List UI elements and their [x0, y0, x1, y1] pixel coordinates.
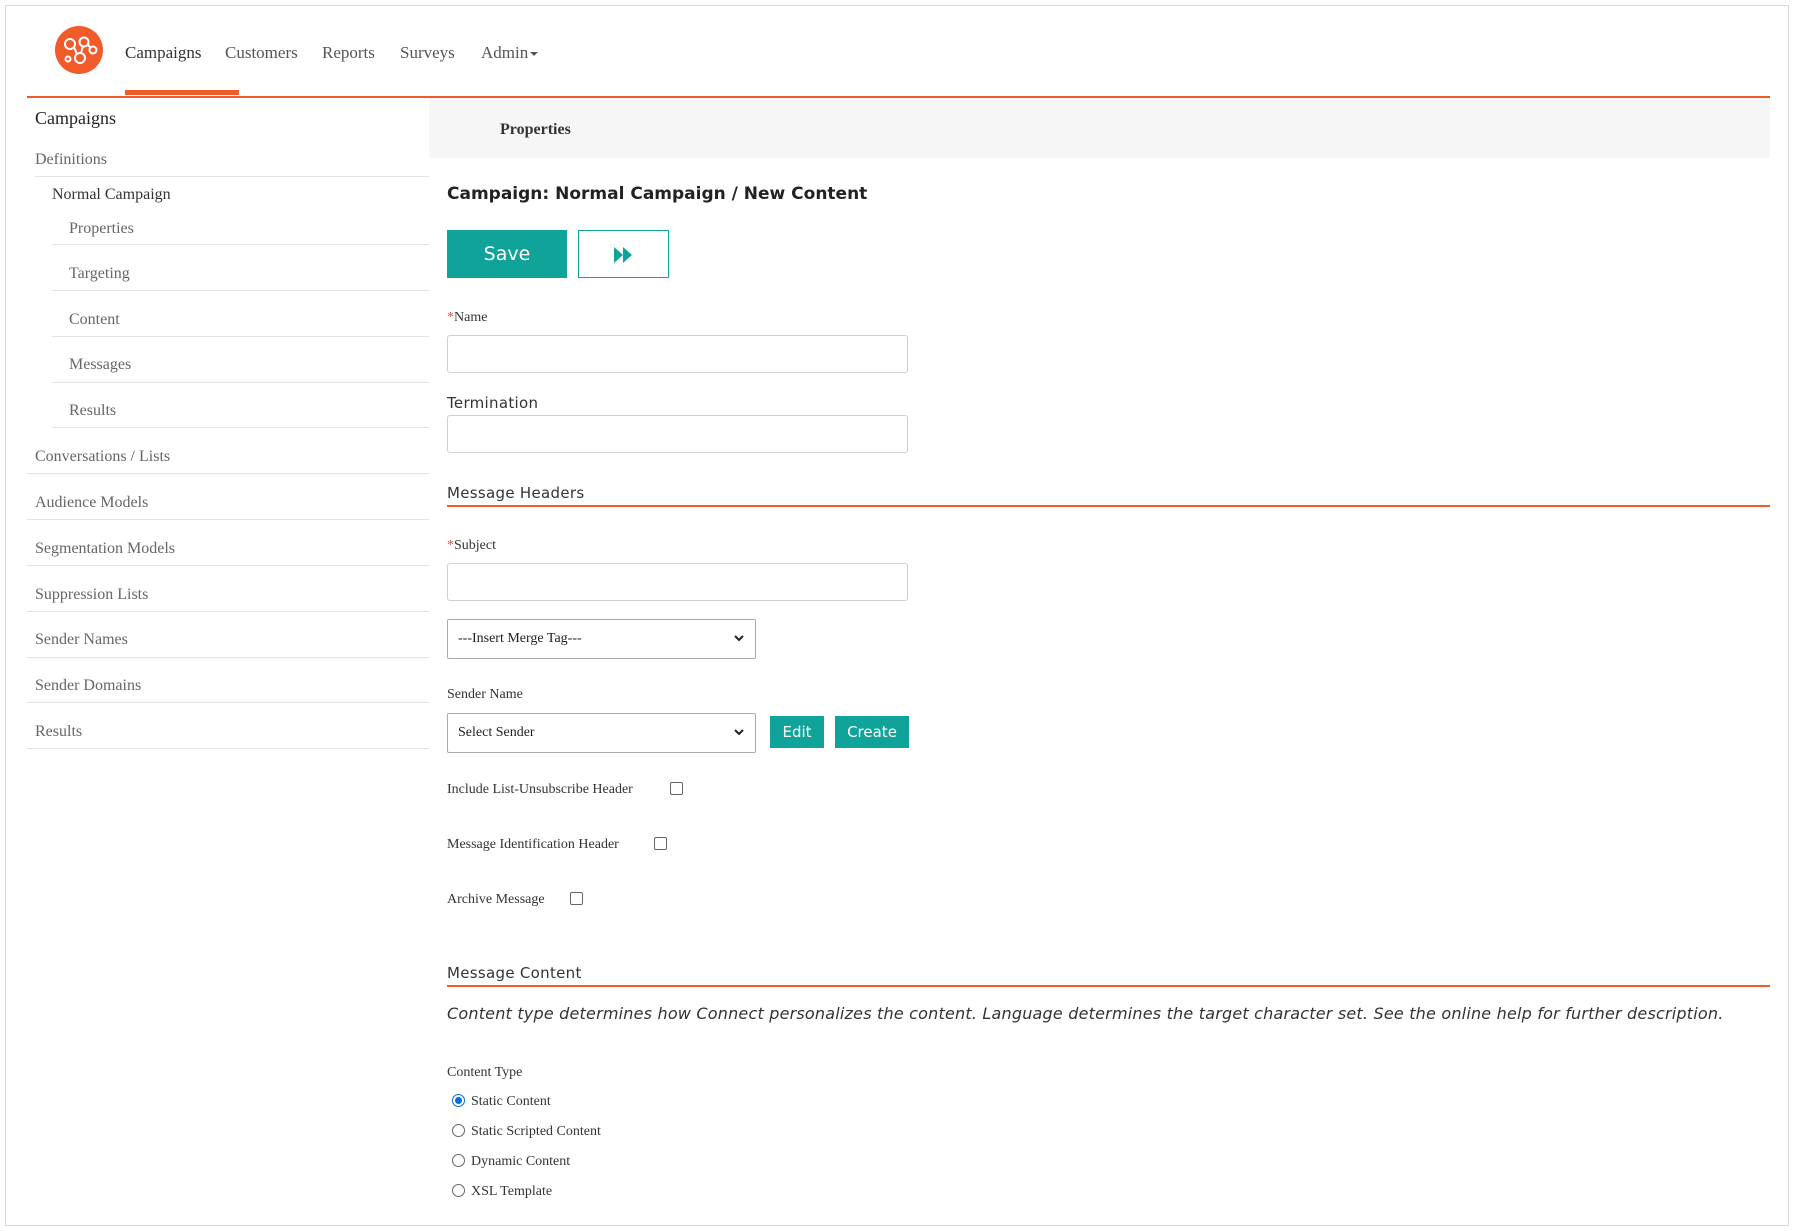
sidebar-item-properties[interactable]: Properties: [69, 220, 134, 238]
chevron-down-icon: [733, 630, 745, 651]
list-unsubscribe-label: Include List-Unsubscribe Header: [447, 782, 633, 797]
sidebar-item-sender-names[interactable]: Sender Names: [35, 631, 128, 649]
radio-static-content-label: Static Content: [471, 1094, 551, 1109]
subject-input[interactable]: [447, 563, 908, 601]
sidebar-item-results-sub[interactable]: Results: [69, 402, 116, 420]
sidebar-divider: [52, 336, 429, 337]
sender-name-label: Sender Name: [447, 687, 523, 702]
nav-customers[interactable]: Customers: [225, 43, 298, 63]
radio-dynamic-content-label: Dynamic Content: [471, 1154, 571, 1169]
sidebar-divider: [27, 519, 429, 520]
section-divider: [447, 985, 1770, 987]
message-id-header-label: Message Identification Header: [447, 837, 619, 852]
section-divider: [447, 505, 1770, 507]
sidebar-item-content[interactable]: Content: [69, 311, 120, 329]
sidebar-divider: [52, 244, 429, 245]
sidebar-divider: [27, 748, 429, 749]
sidebar-divider: [27, 702, 429, 703]
sidebar-title: Campaigns: [35, 108, 116, 128]
sidebar-divider: [52, 382, 429, 383]
sidebar-divider: [52, 290, 429, 291]
list-unsubscribe-checkbox[interactable]: [670, 782, 683, 795]
app-window: Campaigns Customers Reports Surveys Admi…: [5, 5, 1789, 1226]
sidebar-item-definitions[interactable]: Definitions: [35, 151, 107, 169]
sidebar-item-suppression-lists[interactable]: Suppression Lists: [35, 586, 148, 604]
sidebar-item-sender-domains[interactable]: Sender Domains: [35, 677, 141, 695]
page-title: Campaign: Normal Campaign / New Content: [447, 184, 868, 204]
name-label: *Name: [447, 310, 488, 325]
sender-select[interactable]: Select Sender: [447, 713, 756, 753]
tab-properties[interactable]: Properties: [500, 121, 571, 139]
sidebar-divider: [27, 473, 429, 474]
active-nav-indicator: [125, 90, 239, 95]
nav-admin-label: Admin: [481, 43, 529, 62]
save-button[interactable]: Save: [447, 230, 567, 278]
sidebar-item-normal-campaign[interactable]: Normal Campaign: [52, 186, 171, 204]
nav-reports[interactable]: Reports: [322, 43, 375, 63]
nav-surveys[interactable]: Surveys: [400, 43, 455, 63]
termination-label: Termination: [447, 394, 539, 412]
top-navigation: Campaigns Customers Reports Surveys Admi…: [6, 6, 1788, 98]
message-id-header-checkbox[interactable]: [654, 837, 667, 850]
radio-static-scripted-content[interactable]: [452, 1124, 465, 1137]
radio-static-scripted-content-label: Static Scripted Content: [471, 1124, 601, 1139]
content-type-label: Content Type: [447, 1065, 523, 1080]
caret-down-icon: [530, 52, 539, 57]
sidebar-divider: [52, 427, 429, 428]
radio-static-content[interactable]: [452, 1094, 465, 1107]
properties-tab-bar: Properties: [429, 98, 1770, 158]
nav-campaigns[interactable]: Campaigns: [125, 43, 202, 63]
sidebar-divider: [35, 176, 429, 177]
sidebar-item-targeting[interactable]: Targeting: [69, 265, 130, 283]
archive-message-label: Archive Message: [447, 892, 545, 907]
sender-selected: Select Sender: [458, 725, 535, 740]
merge-tag-selected: ---Insert Merge Tag---: [458, 631, 582, 646]
radio-xsl-template-label: XSL Template: [471, 1184, 553, 1199]
create-sender-button[interactable]: Create: [835, 716, 909, 748]
radio-dynamic-content[interactable]: [452, 1154, 465, 1167]
merge-tag-select[interactable]: ---Insert Merge Tag---: [447, 619, 756, 659]
content-help-text: Content type determines how Connect pers…: [447, 1004, 1724, 1023]
archive-message-checkbox[interactable]: [570, 892, 583, 905]
message-content-heading: Message Content: [447, 964, 582, 982]
sidebar-divider: [27, 657, 429, 658]
fast-forward-button[interactable]: [578, 230, 669, 278]
nav-admin[interactable]: Admin: [481, 43, 539, 63]
sidebar-item-results[interactable]: Results: [35, 723, 82, 741]
message-headers-heading: Message Headers: [447, 484, 585, 502]
subject-label: *Subject: [447, 538, 496, 553]
name-input[interactable]: [447, 335, 908, 373]
edit-sender-button[interactable]: Edit: [770, 716, 824, 748]
logo-icon[interactable]: [55, 26, 103, 74]
sidebar-divider: [27, 565, 429, 566]
sidebar-divider: [27, 611, 429, 612]
sidebar-item-audience-models[interactable]: Audience Models: [35, 494, 148, 512]
subject-label-text: Subject: [454, 538, 496, 553]
chevron-down-icon: [733, 724, 745, 745]
fast-forward-icon: [614, 247, 632, 263]
name-label-text: Name: [454, 310, 488, 325]
termination-input[interactable]: [447, 415, 908, 453]
sidebar-item-messages[interactable]: Messages: [69, 356, 131, 374]
sidebar-item-segmentation-models[interactable]: Segmentation Models: [35, 540, 175, 558]
radio-xsl-template[interactable]: [452, 1184, 465, 1197]
sidebar-item-conversations-lists[interactable]: Conversations / Lists: [35, 448, 170, 466]
